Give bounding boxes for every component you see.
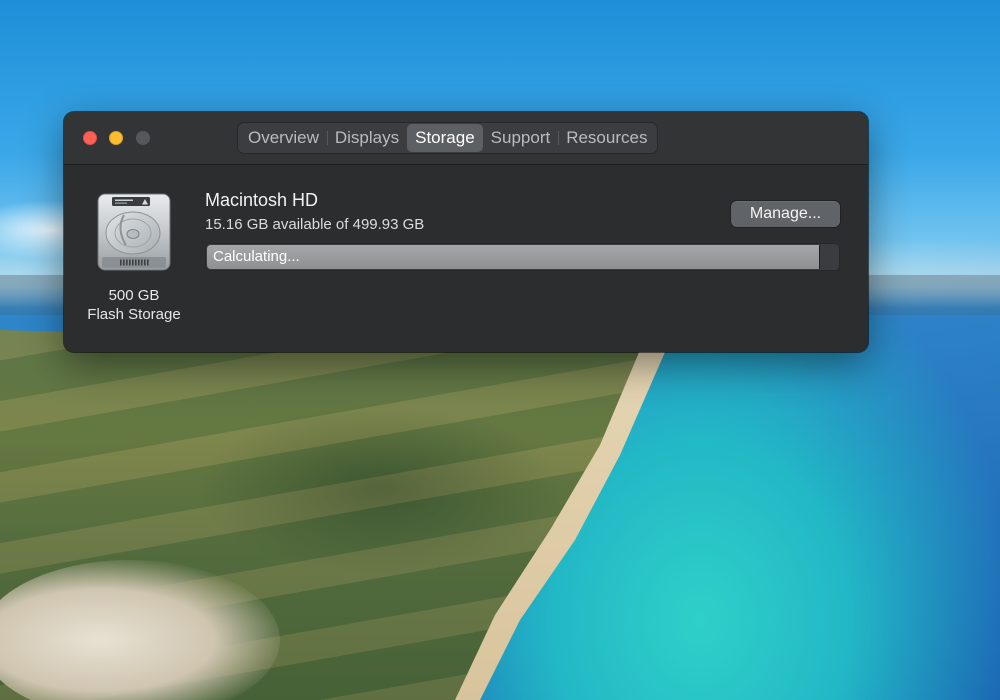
storage-usage-bar: Calculating... (205, 243, 840, 271)
manage-button[interactable]: Manage... (731, 201, 840, 227)
drive-caption: 500 GB Flash Storage (74, 286, 194, 324)
tab-overview[interactable]: Overview (240, 124, 327, 152)
hard-drive-icon (96, 193, 172, 271)
volume-available: 15.16 GB available of 499.93 GB (205, 216, 425, 233)
close-window-button[interactable] (83, 131, 97, 145)
volume-name: Macintosh HD (205, 190, 319, 210)
drive-type: Flash Storage (87, 306, 181, 323)
window-titlebar[interactable]: Overview Displays Storage Support Resour… (64, 112, 868, 165)
storage-status-label: Calculating... (213, 248, 300, 265)
drive-capacity: 500 GB (108, 287, 160, 304)
about-this-mac-window: Overview Displays Storage Support Resour… (64, 112, 868, 352)
tab-support[interactable]: Support (483, 124, 559, 152)
tab-displays[interactable]: Displays (326, 124, 407, 152)
tab-resources[interactable]: Resources (558, 124, 655, 152)
tab-storage[interactable]: Storage (407, 124, 483, 152)
zoom-window-button (136, 131, 150, 145)
storage-pane: 500 GB Flash Storage Macintosh HD 15.16 … (64, 165, 868, 352)
tab-bar: Overview Displays Storage Support Resour… (238, 123, 658, 153)
minimize-window-button[interactable] (109, 131, 123, 145)
